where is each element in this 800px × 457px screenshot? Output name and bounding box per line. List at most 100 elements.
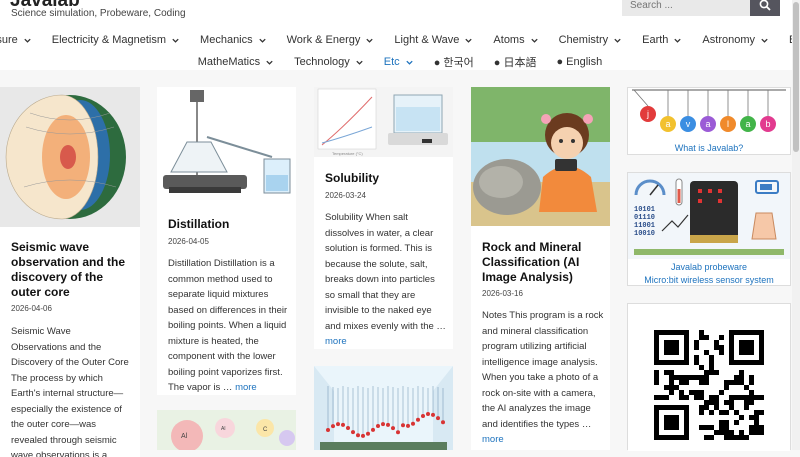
nav-item-label: Atoms xyxy=(493,34,525,46)
nav-item-work-energy[interactable]: Work & Energy xyxy=(277,34,385,46)
nav-item-label: ● 日本語 xyxy=(493,57,537,69)
nav-item-label: MatheMatics xyxy=(197,56,261,68)
sidebar-widget-qr xyxy=(627,303,791,451)
nav-item-日本語[interactable]: ● 日本語 xyxy=(484,54,547,70)
wave-particle xyxy=(341,422,345,427)
post-card-periodic[interactable]: Al Al C xyxy=(157,410,296,450)
nav-item-mechanics[interactable]: Mechanics xyxy=(190,34,277,46)
post-thumbnail-element-bubbles[interactable]: Al Al C xyxy=(157,410,296,450)
qr-code-image[interactable] xyxy=(628,304,790,451)
post-thumbnail-wave-simulation[interactable] xyxy=(314,366,453,450)
nav-item-astronomy[interactable]: Astronomy xyxy=(692,34,779,46)
wave-particle xyxy=(326,428,330,432)
wave-particle xyxy=(396,430,400,435)
nav-item-label: Mechanics xyxy=(200,34,253,46)
post-title[interactable]: Distillation xyxy=(168,217,288,232)
read-more-link[interactable]: more xyxy=(235,382,257,393)
nav-item-label: Earth xyxy=(642,34,669,46)
nav-item-mathematics[interactable]: MatheMatics xyxy=(188,54,284,70)
post-card-wave[interactable] xyxy=(314,366,453,450)
chevron-down-icon xyxy=(266,60,273,65)
post-thumbnail-girl-photographing-rock[interactable] xyxy=(471,87,610,226)
wave-particle xyxy=(441,420,445,425)
microbit-board-icon xyxy=(690,181,738,241)
wave-particle xyxy=(391,426,395,431)
binary-line: 11001 xyxy=(634,222,655,230)
letter-ball-label: a xyxy=(745,119,750,129)
post-thumbnail-solubility[interactable]: Temperature (°C) xyxy=(314,87,453,157)
site-header: Javalab Science simulation, Probeware, C… xyxy=(0,0,800,70)
sidebar-widget-about[interactable]: j a v a l a b What is Javalab? xyxy=(627,87,791,155)
wave-particle xyxy=(421,413,425,418)
element-label: Al xyxy=(221,426,225,432)
post-date: 2026-04-05 xyxy=(168,237,209,246)
chevron-down-icon xyxy=(614,38,621,43)
probeware-link[interactable]: Javalab probeware xyxy=(628,261,790,273)
read-more-link[interactable]: more xyxy=(325,336,347,347)
main-nav-row-2: MatheMatics Technology Etc ● 한국어 ● 日本語 ● Engl… xyxy=(0,54,800,70)
post-title[interactable]: Solubility xyxy=(325,171,445,186)
binary-line: 10010 xyxy=(634,230,655,238)
post-card-solubility[interactable]: Temperature (°C) Solubility 2026-03-24 S… xyxy=(314,87,453,349)
post-excerpt: Solubility When salt dissolves in water,… xyxy=(325,212,446,347)
letter-ball-label: l xyxy=(727,119,729,129)
nav-item-label: ● 한국어 xyxy=(433,57,474,69)
chevron-down-icon xyxy=(356,60,363,65)
javalab-letter-balls-logo: j a v a l a b xyxy=(632,89,786,132)
nav-item-label: Light & Wave xyxy=(394,34,460,46)
letter-ball-label: b xyxy=(765,119,770,129)
beaker-icon xyxy=(751,212,777,240)
post-title[interactable]: Seismic wave observation and the discove… xyxy=(11,240,136,300)
about-javalab-link[interactable]: What is Javalab? xyxy=(628,142,790,154)
page-scrollbar[interactable] xyxy=(792,0,800,450)
nav-item-english[interactable]: ● English xyxy=(546,54,612,70)
post-card-distillation[interactable]: Distillation 2026-04-05 Distillation Dis… xyxy=(157,87,296,395)
scrollbar-thumb[interactable] xyxy=(793,2,799,152)
chevron-down-icon xyxy=(172,38,179,43)
letter-ball-label: a xyxy=(705,119,710,129)
nav-item-etc[interactable]: Etc xyxy=(374,54,424,70)
chart-axis-label: Temperature (°C) xyxy=(332,151,363,156)
nav-item-label: Astronomy xyxy=(702,34,755,46)
chevron-down-icon xyxy=(366,38,374,43)
search-input[interactable] xyxy=(622,0,750,16)
wave-particle xyxy=(366,431,370,436)
nav-item-label: Chemistry xyxy=(558,34,609,46)
sidebar-widget-probeware[interactable]: 10101 01110 11001 10010 Javalab probeware M… xyxy=(627,172,791,286)
nav-item-label: Etc xyxy=(383,56,400,68)
letter-ball-label: j xyxy=(646,109,649,119)
nav-item-한국어[interactable]: ● 한국어 xyxy=(424,54,484,70)
chevron-down-icon xyxy=(258,38,266,43)
nav-item-label: Work & Energy xyxy=(286,34,361,46)
post-card-rock-mineral[interactable]: Rock and Mineral Classification (AI Imag… xyxy=(471,87,610,450)
nav-item-measure[interactable]: Measure xyxy=(0,34,42,46)
search-icon xyxy=(759,0,771,11)
wave-particle xyxy=(376,424,380,429)
chevron-down-icon xyxy=(406,60,413,65)
post-thumbnail-distillation-apparatus[interactable] xyxy=(157,87,296,202)
wave-particle xyxy=(336,422,340,427)
search-button[interactable] xyxy=(750,0,780,16)
wave-particle xyxy=(436,416,440,421)
post-card-seismic[interactable]: Seismic wave observation and the discove… xyxy=(0,87,140,457)
nav-item-atoms[interactable]: Atoms xyxy=(483,34,548,46)
search-form xyxy=(622,0,780,16)
probeware-illustration: 10101011101100110010 xyxy=(628,173,790,259)
binary-line: 01110 xyxy=(634,214,655,222)
nav-item-earth[interactable]: Earth xyxy=(632,34,692,46)
post-title[interactable]: Rock and Mineral Classification (AI Imag… xyxy=(482,240,602,285)
nav-item-light-wave[interactable]: Light & Wave xyxy=(384,34,483,46)
microbit-link[interactable]: Micro:bit wireless sensor system xyxy=(628,274,790,286)
nav-item-chemistry[interactable]: Chemistry xyxy=(549,34,633,46)
read-more-link[interactable]: more xyxy=(482,434,504,445)
post-thumbnail-earth-cross-section[interactable] xyxy=(0,87,140,227)
nav-item-label: ● English xyxy=(556,56,603,68)
post-date: 2026-03-16 xyxy=(482,289,523,298)
nav-item-electricity-magnetism[interactable]: Electricity & Magnetism xyxy=(42,34,190,46)
post-date: 2026-03-24 xyxy=(325,191,366,200)
chevron-down-icon xyxy=(530,38,538,43)
post-date: 2026-04-06 xyxy=(11,304,52,313)
nav-item-technology[interactable]: Technology xyxy=(284,54,374,70)
post-excerpt: Notes This program is a rock and mineral… xyxy=(482,310,604,445)
site-tagline: Science simulation, Probeware, Coding xyxy=(11,8,186,19)
